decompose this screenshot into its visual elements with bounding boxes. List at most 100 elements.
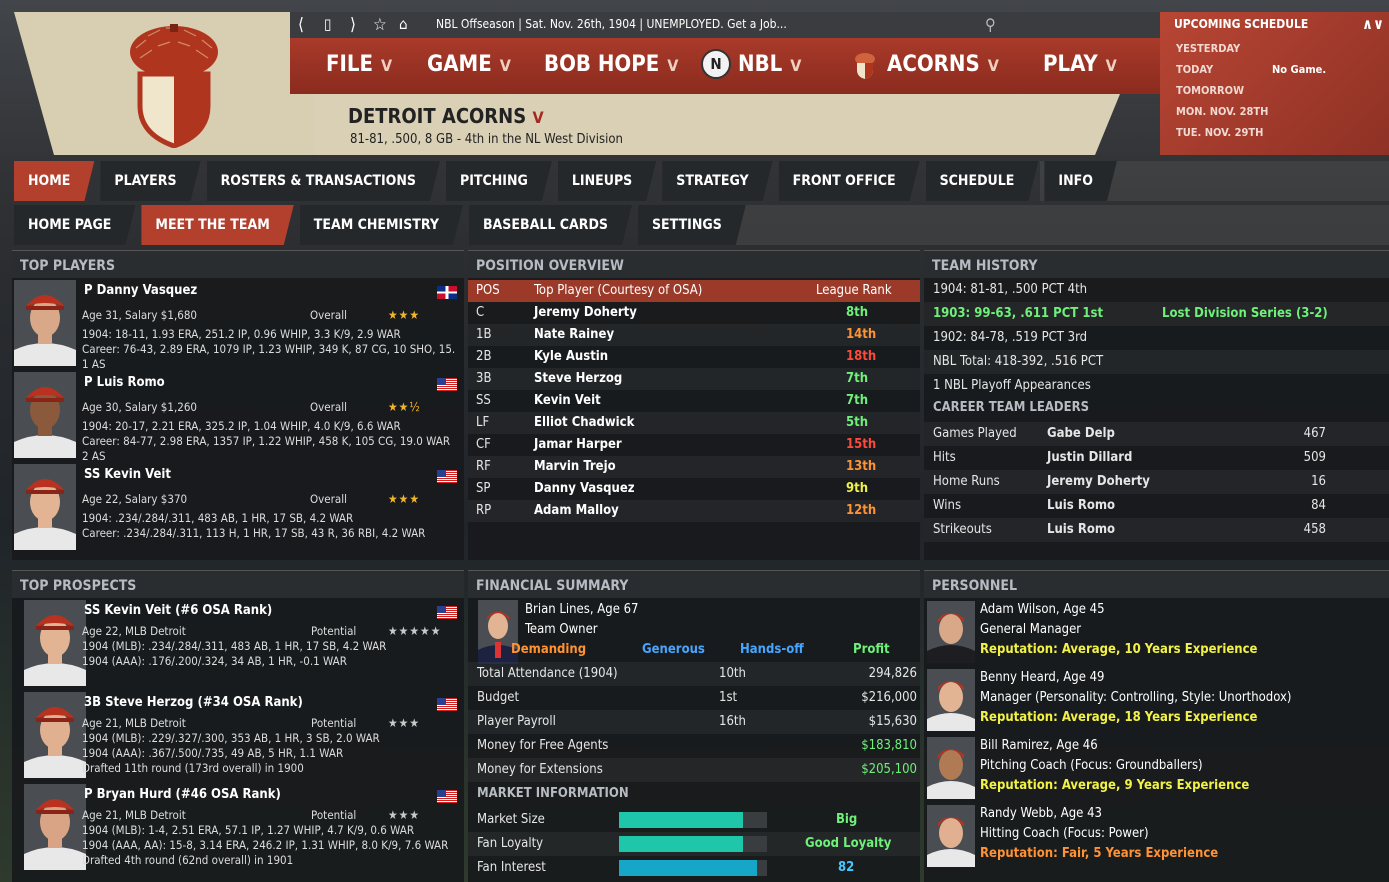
player-photo[interactable]	[14, 280, 76, 366]
position-row[interactable]: 1B Nate Rainey 14th	[468, 324, 920, 346]
position-player[interactable]: Elliot Chadwick	[534, 412, 634, 434]
position-player[interactable]: Kevin Veit	[534, 390, 601, 412]
tab-pitching[interactable]: PITCHING	[446, 161, 552, 201]
market-bar	[619, 812, 767, 828]
tab-lineups[interactable]: LINEUPS	[558, 161, 656, 201]
player-allstar-line: 2 AS	[82, 449, 106, 463]
tab-meet-the-team[interactable]: MEET THE TEAM	[141, 205, 293, 245]
chevron-down-icon: V	[381, 56, 393, 75]
position-row[interactable]: RF Marvin Trejo 13th	[468, 456, 920, 478]
owner-name[interactable]: Brian Lines, Age 67	[525, 602, 638, 617]
position-row[interactable]: 3B Steve Herzog 7th	[468, 368, 920, 390]
market-row: Fan Loyalty Good Loyalty	[468, 832, 920, 856]
home-icon[interactable]: ⌂	[399, 15, 408, 33]
leader-name[interactable]: Luis Romo	[1047, 518, 1115, 542]
menu-file[interactable]: FILE V	[326, 52, 392, 77]
tab-home[interactable]: HOME	[14, 161, 94, 201]
menu-team[interactable]: ACORNS V	[887, 52, 999, 77]
tab-players[interactable]: PLAYERS	[100, 161, 200, 201]
player-photo[interactable]	[14, 464, 76, 550]
position-player[interactable]: Adam Malloy	[534, 500, 619, 522]
tab-rosters[interactable]: ROSTERS & TRANSACTIONS	[207, 161, 440, 201]
menu-play[interactable]: PLAY V	[1043, 52, 1117, 77]
position-row[interactable]: LF Elliot Chadwick 5th	[468, 412, 920, 434]
prospect-photo[interactable]	[24, 784, 86, 870]
star-icon[interactable]: ☆	[373, 15, 387, 35]
position-row[interactable]: SP Danny Vasquez 9th	[468, 478, 920, 500]
position-player[interactable]: Steve Herzog	[534, 368, 622, 390]
player-name[interactable]: SS Kevin Veit	[84, 467, 171, 482]
personnel-name[interactable]: Bill Ramirez, Age 46	[980, 738, 1098, 753]
prospect-name[interactable]: SS Kevin Veit (#6 OSA Rank)	[84, 603, 272, 618]
player-name[interactable]: P Danny Vasquez	[84, 283, 197, 298]
prospect-name[interactable]: P Bryan Hurd (#46 OSA Rank)	[84, 787, 281, 802]
prospect-photo[interactable]	[24, 692, 86, 778]
position-row[interactable]: C Jeremy Doherty 8th	[468, 302, 920, 324]
leader-row[interactable]: Hits Justin Dillard 509	[924, 446, 1389, 470]
tab-home-page[interactable]: HOME PAGE	[14, 205, 135, 245]
tab-schedule[interactable]: SCHEDULE	[926, 161, 1039, 201]
tab-info[interactable]: INFO	[1044, 161, 1117, 201]
prospect-photo[interactable]	[24, 600, 86, 686]
tab-team-chemistry[interactable]: TEAM CHEMISTRY	[300, 205, 463, 245]
league-rank: 7th	[846, 371, 869, 386]
player-name[interactable]: P Luis Romo	[84, 375, 165, 390]
leader-value: 509	[1303, 450, 1326, 465]
us-flag-icon	[437, 470, 457, 483]
personnel-photo[interactable]	[927, 805, 975, 867]
leader-row[interactable]: Home Runs Jeremy Doherty 16	[924, 470, 1389, 494]
personnel-name[interactable]: Randy Webb, Age 43	[980, 806, 1102, 821]
tab-settings[interactable]: SETTINGS	[638, 205, 746, 245]
tab-baseball-cards[interactable]: BASEBALL CARDS	[469, 205, 632, 245]
leader-name[interactable]: Luis Romo	[1047, 494, 1115, 518]
position-player[interactable]: Nate Rainey	[534, 324, 614, 346]
menu-game[interactable]: GAME V	[427, 52, 511, 77]
leader-row[interactable]: Strikeouts Luis Romo 458	[924, 518, 1389, 542]
position-row[interactable]: SS Kevin Veit 7th	[468, 390, 920, 412]
position-player[interactable]: Marvin Trejo	[534, 456, 616, 478]
team-title[interactable]: DETROIT ACORNS V	[348, 104, 544, 128]
leader-name[interactable]: Jeremy Doherty	[1047, 470, 1150, 494]
overall-label: Overall	[310, 492, 347, 506]
page-icon[interactable]: ▯	[324, 15, 331, 33]
tab-front-office[interactable]: FRONT OFFICE	[779, 161, 920, 201]
prospect-name[interactable]: 3B Steve Herzog (#34 OSA Rank)	[84, 695, 303, 710]
finance-value: 294,826	[868, 666, 917, 681]
panel-title: PERSONNEL	[924, 570, 1389, 598]
forward-arrow-icon[interactable]: ⟩	[350, 15, 356, 35]
position-player[interactable]: Jeremy Doherty	[534, 302, 637, 324]
position-player[interactable]: Kyle Austin	[534, 346, 608, 368]
search-icon[interactable]: ⚲	[985, 15, 996, 34]
leader-name[interactable]: Gabe Delp	[1047, 422, 1115, 446]
personnel-photo[interactable]	[927, 669, 975, 731]
menu-user[interactable]: BOB HOPE V	[544, 52, 678, 77]
player-photo[interactable]	[14, 372, 76, 458]
tab-strategy[interactable]: STRATEGY	[662, 161, 772, 201]
back-arrow-icon[interactable]: ⟨	[298, 15, 304, 35]
panel-title: POSITION OVERVIEW	[468, 250, 920, 278]
prospect-minors-line: 1904 (AAA): .367/.500/.735, 49 AB, 5 HR,…	[82, 746, 344, 760]
position-player[interactable]: Jamar Harper	[534, 434, 622, 456]
position-code: SP	[476, 481, 491, 496]
leader-value: 458	[1303, 522, 1326, 537]
personnel-photo[interactable]	[927, 737, 975, 799]
acorn-small-icon	[855, 53, 875, 79]
position-row[interactable]: CF Jamar Harper 15th	[468, 434, 920, 456]
personnel-name[interactable]: Adam Wilson, Age 45	[980, 602, 1105, 617]
position-row[interactable]: 2B Kyle Austin 18th	[468, 346, 920, 368]
menu-league[interactable]: NBL V	[738, 52, 801, 77]
personnel-photo[interactable]	[927, 601, 975, 663]
collapse-icon[interactable]: ∧∨	[1362, 15, 1384, 33]
personnel-reputation: Reputation: Average, 18 Years Experience	[980, 710, 1258, 725]
market-label: Market Size	[477, 812, 545, 827]
position-row[interactable]: RP Adam Malloy 12th	[468, 500, 920, 522]
finance-row: Money for Extensions $205,100	[468, 758, 920, 782]
league-rank: 18th	[846, 349, 877, 364]
position-player[interactable]: Danny Vasquez	[534, 478, 635, 500]
leader-row[interactable]: Wins Luis Romo 84	[924, 494, 1389, 518]
personnel-name[interactable]: Benny Heard, Age 49	[980, 670, 1105, 685]
leader-name[interactable]: Justin Dillard	[1047, 446, 1132, 470]
rating-stars: ★★½	[388, 400, 421, 414]
leader-row[interactable]: Games Played Gabe Delp 467	[924, 422, 1389, 446]
panel-title: TEAM HISTORY	[924, 250, 1389, 278]
